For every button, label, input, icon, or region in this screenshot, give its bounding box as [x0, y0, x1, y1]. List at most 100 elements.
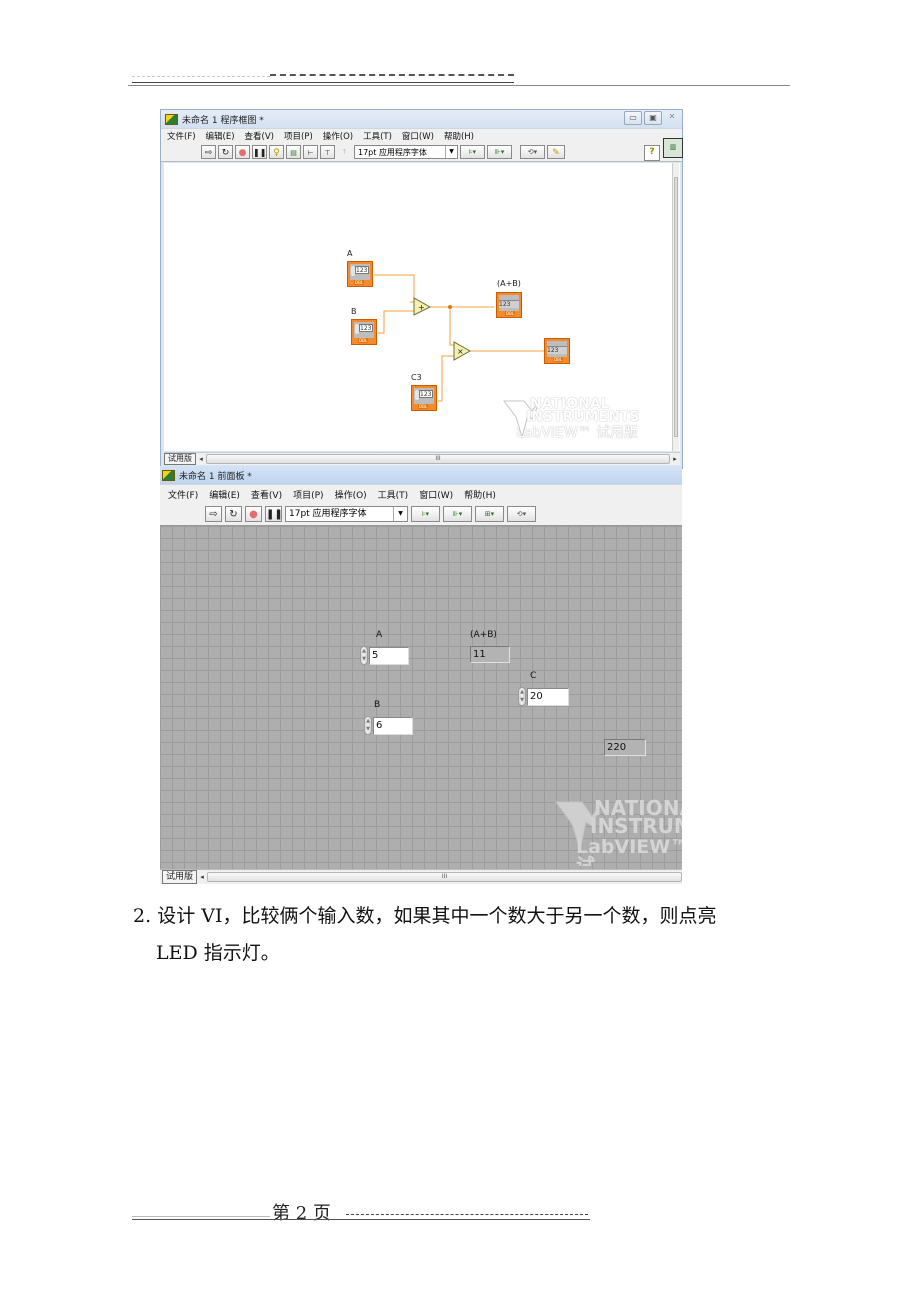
menu-help[interactable]: 帮助(H) [464, 488, 496, 501]
reorder-icon[interactable]: ⟲▾ [520, 145, 545, 159]
control-a[interactable]: ▲ ▼ 5 [360, 646, 409, 665]
trial-version-tab[interactable]: 试用版 [164, 453, 196, 465]
abort-icon[interactable]: ● [245, 506, 262, 522]
control-c-terminal[interactable]: 123 DBL [411, 385, 437, 411]
add-symbol: + [418, 303, 425, 312]
vi-connector-icon[interactable]: ▥ [663, 138, 683, 158]
abort-icon[interactable]: ● [235, 145, 250, 159]
menu-file[interactable]: 文件(F) [168, 488, 198, 501]
menu-project[interactable]: 项目(P) [293, 488, 323, 501]
control-b-terminal[interactable]: 123 DBL [351, 319, 377, 345]
scroll-left-icon[interactable]: ◂ [197, 873, 207, 881]
wire-sum-to-multiply[interactable] [449, 307, 454, 346]
multiply-function[interactable]: × [453, 341, 472, 361]
trial-version-tab[interactable]: 试用版 [162, 870, 198, 884]
menu-window[interactable]: 窗口(W) [402, 130, 434, 142]
pause-icon[interactable]: ❚❚ [265, 506, 283, 522]
horizontal-scrollbar[interactable]: 试用版 ◂ III [160, 869, 682, 884]
labview-app-icon [162, 469, 175, 481]
step-out-icon[interactable]: ↑ [337, 145, 352, 159]
control-b-increment-decrement[interactable]: ▲ ▼ [364, 716, 372, 735]
control-b[interactable]: ▲ ▼ 6 [364, 716, 413, 735]
menu-help[interactable]: 帮助(H) [444, 130, 474, 142]
menu-tools[interactable]: 工具(T) [378, 488, 409, 501]
horizontal-scrollbar[interactable]: 试用版 ◂ III ▸ [164, 452, 680, 465]
control-c-increment-decrement[interactable]: ▲ ▼ [518, 687, 526, 706]
maximize-button[interactable]: ▣ [644, 111, 662, 125]
block-diagram-window: 未命名 1 程序框图 * ▭ ▣ ✕ 文件(F) 编辑(E) 查看(V) 项目(… [160, 109, 683, 469]
chevron-down-icon: ▼ [393, 507, 407, 521]
control-a-terminal[interactable]: 123 DBL [347, 261, 373, 287]
task-text-2: LED 指示灯。 [156, 942, 280, 964]
step-into-icon[interactable]: ⊢ [303, 145, 318, 159]
cleanup-icon[interactable]: ✎ [547, 145, 565, 159]
indicator-product-terminal[interactable]: 123 DBL [544, 338, 570, 364]
ni-watermark: NATIONAL INSTRUMENTS LabVIEW™ 试用版 [502, 395, 662, 450]
pause-icon[interactable]: ❚❚ [252, 145, 267, 159]
menu-file[interactable]: 文件(F) [167, 130, 196, 142]
footer-dashed-line [346, 1214, 588, 1215]
menu-view[interactable]: 查看(V) [245, 130, 274, 142]
menu-window[interactable]: 窗口(W) [419, 488, 453, 501]
distribute-icon[interactable]: ⊪▾ [443, 506, 472, 522]
menu-project[interactable]: 项目(P) [284, 130, 313, 142]
scroll-left-icon[interactable]: ◂ [196, 455, 206, 463]
menu-operate[interactable]: 操作(O) [323, 130, 353, 142]
minimize-button[interactable]: ▭ [624, 111, 642, 125]
indicator-sum-terminal[interactable]: 123 DBL [496, 292, 522, 318]
highlight-execution-icon[interactable]: ♀ [269, 145, 284, 159]
front-panel-titlebar: 未命名 1 前面板 * [160, 466, 682, 484]
block-diagram-title: 未命名 1 程序框图 * [182, 115, 264, 126]
front-panel-menubar: 文件(F) 编辑(E) 查看(V) 项目(P) 操作(O) 工具(T) 窗口(W… [160, 484, 682, 503]
align-icon[interactable]: ⊧▾ [460, 145, 485, 159]
control-b-input[interactable]: 6 [373, 716, 413, 735]
window-controls: ▭ ▣ ✕ [624, 111, 680, 125]
control-c-display: 123 [419, 390, 433, 398]
wire-c-to-multiply[interactable] [438, 355, 454, 402]
run-continuous-icon[interactable]: ↻ [225, 506, 242, 522]
step-over-icon[interactable]: ⊤ [320, 145, 335, 159]
menu-edit[interactable]: 编辑(E) [209, 488, 240, 501]
add-function[interactable]: + [413, 297, 432, 316]
control-b-label: B [351, 307, 357, 316]
labview-app-icon [165, 113, 178, 125]
menu-edit[interactable]: 编辑(E) [206, 130, 235, 142]
run-arrow-icon[interactable]: ⇨ [205, 506, 222, 522]
font-selector[interactable]: 17pt 应用程序字体 ▼ [285, 506, 408, 522]
control-c-type: DBL [418, 404, 429, 409]
reorder-icon[interactable]: ⟲▾ [507, 506, 536, 522]
page-number: 第 2 页 [272, 1203, 331, 1224]
run-continuous-icon[interactable]: ↻ [218, 145, 233, 159]
multiply-symbol: × [457, 347, 464, 356]
run-arrow-icon[interactable]: ⇨ [201, 145, 216, 159]
block-diagram-titlebar: 未命名 1 程序框图 * ▭ ▣ ✕ [161, 110, 682, 128]
resize-icon[interactable]: ⊞▾ [475, 506, 504, 522]
control-a-input[interactable]: 5 [369, 646, 409, 665]
block-diagram-canvas[interactable]: + × A 123 DBL B 123 DBL C3 123 DBL (A+B)… [164, 163, 680, 451]
menu-tools[interactable]: 工具(T) [363, 130, 392, 142]
control-a-increment-decrement[interactable]: ▲ ▼ [360, 646, 368, 665]
control-a-type: DBL [354, 280, 365, 285]
align-icon[interactable]: ⊧▾ [411, 506, 440, 522]
font-selector[interactable]: 17pt 应用程序字体 ▼ [354, 145, 458, 159]
font-selector-value: 17pt 应用程序字体 [289, 509, 367, 519]
horizontal-scrollbar-thumb[interactable]: III [207, 872, 682, 882]
indicator-sum-type: DBL [505, 311, 516, 316]
menu-operate[interactable]: 操作(O) [335, 488, 367, 501]
menu-view[interactable]: 查看(V) [251, 488, 282, 501]
front-panel-canvas[interactable]: A ▲ ▼ 5 (A+B) 11 C ▲ ▼ 20 B ▲ ▼ 6 220 NATIO… [160, 526, 682, 870]
watermark-line2: INSTRUMENTS [526, 409, 640, 425]
control-c-input[interactable]: 20 [527, 687, 569, 706]
wire-a-to-add[interactable] [374, 274, 415, 303]
distribute-icon[interactable]: ⊪▾ [487, 145, 512, 159]
help-icon[interactable]: ? [644, 145, 660, 161]
retain-wire-values-icon[interactable]: ▤ [286, 145, 301, 159]
control-c[interactable]: ▲ ▼ 20 [518, 687, 569, 706]
close-button[interactable]: ✕ [664, 111, 680, 123]
scroll-right-icon[interactable]: ▸ [670, 455, 680, 463]
indicator-sum-display: 123 [499, 300, 519, 308]
horizontal-scrollbar-thumb[interactable]: III [206, 454, 670, 464]
vertical-scrollbar-thumb[interactable] [674, 177, 678, 437]
vertical-scrollbar[interactable] [672, 163, 679, 451]
wire-b-to-add[interactable] [378, 310, 414, 334]
